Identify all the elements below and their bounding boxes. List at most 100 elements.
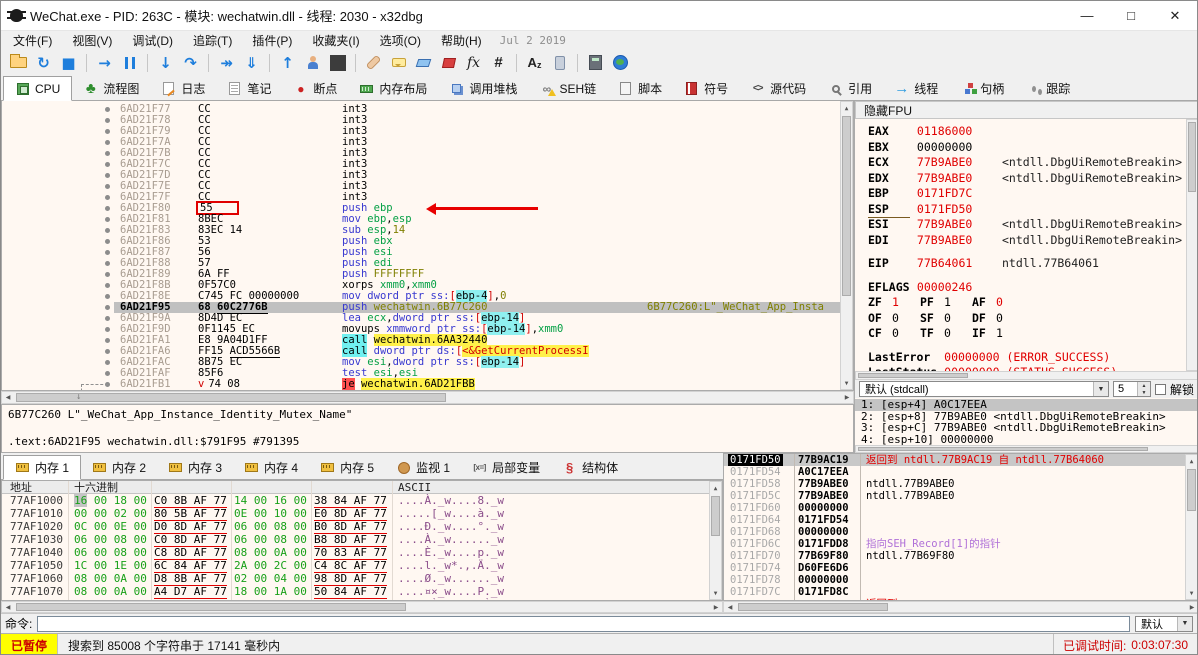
step-over-icon[interactable] bbox=[178, 51, 203, 74]
step-into-icon[interactable] bbox=[153, 51, 178, 74]
dump-row[interactable]: 77AF1020 0C 00 0E 00 D0 8D AF 77 06 00 08 0… bbox=[2, 520, 722, 534]
menu-item[interactable]: 文件(F) bbox=[3, 32, 62, 49]
tab-内存布局[interactable]: 内存布局 bbox=[348, 77, 438, 100]
tab-脚本[interactable]: 脚本 bbox=[607, 77, 673, 100]
register-row[interactable]: EBP 0171FD7C bbox=[855, 186, 1197, 202]
minimize-button[interactable]: — bbox=[1065, 1, 1109, 30]
calling-convention-select[interactable]: 默认 (stdcall) ▼ bbox=[859, 381, 1109, 397]
strings-icon[interactable] bbox=[325, 51, 350, 74]
stack-row[interactable]: 0171FD74 D60FE6D6 bbox=[724, 562, 1197, 574]
tab-SEH链[interactable]: SEH链 bbox=[528, 77, 607, 100]
hash-icon[interactable] bbox=[486, 51, 511, 74]
scroll-down-icon[interactable]: ▼ bbox=[1186, 587, 1197, 599]
scroll-left-icon[interactable]: ◀ bbox=[2, 602, 14, 612]
bottom-tab-局部变量[interactable]: 局部变量 bbox=[461, 456, 551, 479]
scroll-up-icon[interactable]: ▲ bbox=[710, 482, 721, 494]
stop-icon[interactable] bbox=[56, 51, 81, 74]
menu-item[interactable]: 帮助(H) bbox=[431, 32, 492, 49]
bottom-tab-内存 5[interactable]: 内存 5 bbox=[309, 456, 385, 479]
register-row[interactable]: EDI 77B9ABE0 <ntdll.DbgUiRemoteBreakin> bbox=[855, 233, 1197, 249]
disassembly-view[interactable]: 6AD21F77 CC int3 6AD21F78 CC int3 6AD21F79 CC in… bbox=[1, 101, 854, 391]
call-arguments-list[interactable]: 1: [esp+4] A0C17EEA 2: [esp+8] 77B9ABE0 <… bbox=[855, 398, 1197, 446]
stack-row[interactable]: 0171FD5C 77B9ABE0 ntdll.77B9ABE0 bbox=[724, 490, 1197, 502]
scroll-thumb[interactable] bbox=[16, 603, 406, 611]
attach-icon[interactable] bbox=[300, 51, 325, 74]
argument-row[interactable]: 4: [esp+10] 00000000 bbox=[855, 433, 1197, 446]
register-row[interactable]: EFLAGS 00000246 bbox=[855, 280, 1197, 296]
tab-CPU[interactable]: CPU bbox=[3, 76, 73, 101]
dump-row[interactable]: 77AF1050 1C 00 1E 00 6C 84 AF 77 2A 00 2C 0… bbox=[2, 559, 722, 573]
menu-item[interactable]: 视图(V) bbox=[62, 32, 122, 49]
open-file-icon[interactable] bbox=[6, 51, 31, 74]
bottom-tab-结构体[interactable]: 结构体 bbox=[551, 456, 629, 479]
execute-till-return-icon[interactable] bbox=[275, 51, 300, 74]
disassembly-vscrollbar[interactable]: ▲ ▼ bbox=[840, 101, 853, 390]
menu-item[interactable]: 调试(D) bbox=[122, 32, 183, 49]
scroll-right-icon[interactable]: ▶ bbox=[1186, 602, 1197, 612]
stack-row[interactable]: 0171FD7C 0171FD8C bbox=[724, 586, 1197, 598]
register-row[interactable]: ECX 77B9ABE0 <ntdll.DbgUiRemoteBreakin> bbox=[855, 155, 1197, 171]
stack-row[interactable]: 0171FD78 00000000 bbox=[724, 574, 1197, 586]
scroll-up-icon[interactable]: ▲ bbox=[1186, 455, 1197, 467]
stack-vscrollbar[interactable]: ▲ ▼ bbox=[1185, 454, 1197, 600]
hide-fpu-button[interactable]: 隐藏FPU bbox=[855, 101, 1197, 119]
function-icon[interactable] bbox=[461, 51, 486, 74]
stack-row[interactable]: 0171FD60 00000000 bbox=[724, 502, 1197, 514]
scroll-down-icon[interactable]: ▼ bbox=[841, 377, 852, 389]
argument-row[interactable]: 1: [esp+4] A0C17EEA bbox=[855, 399, 1197, 411]
tab-断点[interactable]: 断点 bbox=[282, 77, 348, 100]
scroll-right-icon[interactable]: ▶ bbox=[841, 392, 853, 403]
stack-row[interactable]: 0171FD70 77B69F80 ntdll.77B69F80 bbox=[724, 550, 1197, 562]
registers-vscrollbar[interactable] bbox=[1186, 119, 1197, 371]
register-row[interactable]: ESI 77B9ABE0 <ntdll.DbgUiRemoteBreakin> bbox=[855, 217, 1197, 233]
labels-icon[interactable] bbox=[411, 51, 436, 74]
close-button[interactable]: ✕ bbox=[1153, 1, 1197, 30]
register-row[interactable]: CF 0 TF 0 IF 1 bbox=[855, 326, 1197, 342]
unlock-checkbox[interactable] bbox=[1154, 383, 1166, 395]
command-input[interactable] bbox=[37, 615, 1130, 632]
dump-row[interactable]: 77AF1040 06 00 08 00 C8 8D AF 77 08 00 0A 0… bbox=[2, 546, 722, 560]
comments-icon[interactable] bbox=[386, 51, 411, 74]
tab-日志[interactable]: 日志 bbox=[150, 77, 216, 100]
arguments-hscrollbar[interactable] bbox=[855, 445, 1197, 453]
tab-句柄[interactable]: 句柄 bbox=[949, 77, 1015, 100]
stack-row[interactable]: 0171FD50 77B9AC19 返回到 ntdll.77B9AC19 自 ntd… bbox=[724, 454, 1197, 466]
chevron-down-icon[interactable]: ▼ bbox=[1092, 382, 1108, 396]
stack-row[interactable]: 0171FD64 0171FD54 bbox=[724, 514, 1197, 526]
tab-符号[interactable]: 符号 bbox=[673, 77, 739, 100]
scroll-thumb[interactable] bbox=[858, 447, 1148, 451]
run-icon[interactable] bbox=[92, 51, 117, 74]
bottom-tab-内存 2[interactable]: 内存 2 bbox=[81, 456, 157, 479]
dump-row[interactable]: 77AF1030 06 00 08 00 C0 8D AF 77 06 00 08 0… bbox=[2, 533, 722, 547]
register-row[interactable]: EAX 01186000 bbox=[855, 124, 1197, 140]
scroll-thumb[interactable] bbox=[842, 116, 851, 296]
dump-row[interactable]: 77AF1070 08 00 0A 00 A4 D7 AF 77 18 00 1A 0… bbox=[2, 585, 722, 599]
register-row[interactable]: OF 0 SF 0 DF 0 bbox=[855, 311, 1197, 327]
stack-row[interactable]: 0171FD54 A0C17EEA bbox=[724, 466, 1197, 478]
tab-笔记[interactable]: 笔记 bbox=[216, 77, 282, 100]
dump-hscrollbar[interactable]: ◀ ▶ bbox=[1, 601, 723, 613]
maximize-button[interactable]: □ bbox=[1109, 1, 1153, 30]
spin-up-icon[interactable]: ▲ bbox=[1137, 382, 1150, 389]
bottom-tab-内存 1[interactable]: 内存 1 bbox=[3, 455, 82, 480]
bottom-tab-内存 4[interactable]: 内存 4 bbox=[233, 456, 309, 479]
menu-item[interactable]: 收藏夹(I) bbox=[302, 32, 369, 49]
disassembly-hscrollbar[interactable]: ◀ ▶ ↓ bbox=[1, 391, 854, 404]
scroll-thumb[interactable] bbox=[738, 603, 888, 611]
stack-row[interactable]: 0171FD6C 0171FDD8 指向SEH_Record[1]的指针 bbox=[724, 538, 1197, 550]
menu-item[interactable]: 插件(P) bbox=[242, 32, 302, 49]
argument-depth-spinner[interactable]: 5 ▲ ▼ bbox=[1112, 381, 1151, 397]
scroll-thumb[interactable] bbox=[858, 373, 968, 378]
scroll-thumb[interactable] bbox=[1187, 469, 1196, 511]
scroll-right-icon[interactable]: ▶ bbox=[710, 602, 722, 612]
step-out-icon[interactable] bbox=[239, 51, 264, 74]
bookmarks-icon[interactable] bbox=[436, 51, 461, 74]
disasm-row[interactable]: 6AD21FB1 v 74 08 je wechatwin.6AD21FBB bbox=[2, 378, 853, 390]
call-phone-icon[interactable] bbox=[547, 51, 572, 74]
assemble-icon[interactable] bbox=[522, 51, 547, 74]
register-row[interactable]: EDX 77B9ABE0 <ntdll.DbgUiRemoteBreakin> bbox=[855, 171, 1197, 187]
dump-row[interactable]: 77AF1000 16 00 18 00 C0 8B AF 77 14 00 16 0… bbox=[2, 494, 722, 508]
register-list[interactable]: EAX 01186000 EBX 00000000 ECX 77B9ABE0 <ntd… bbox=[855, 119, 1197, 371]
tab-线程[interactable]: 线程 bbox=[883, 77, 949, 100]
scroll-left-icon[interactable]: ◀ bbox=[2, 392, 14, 403]
